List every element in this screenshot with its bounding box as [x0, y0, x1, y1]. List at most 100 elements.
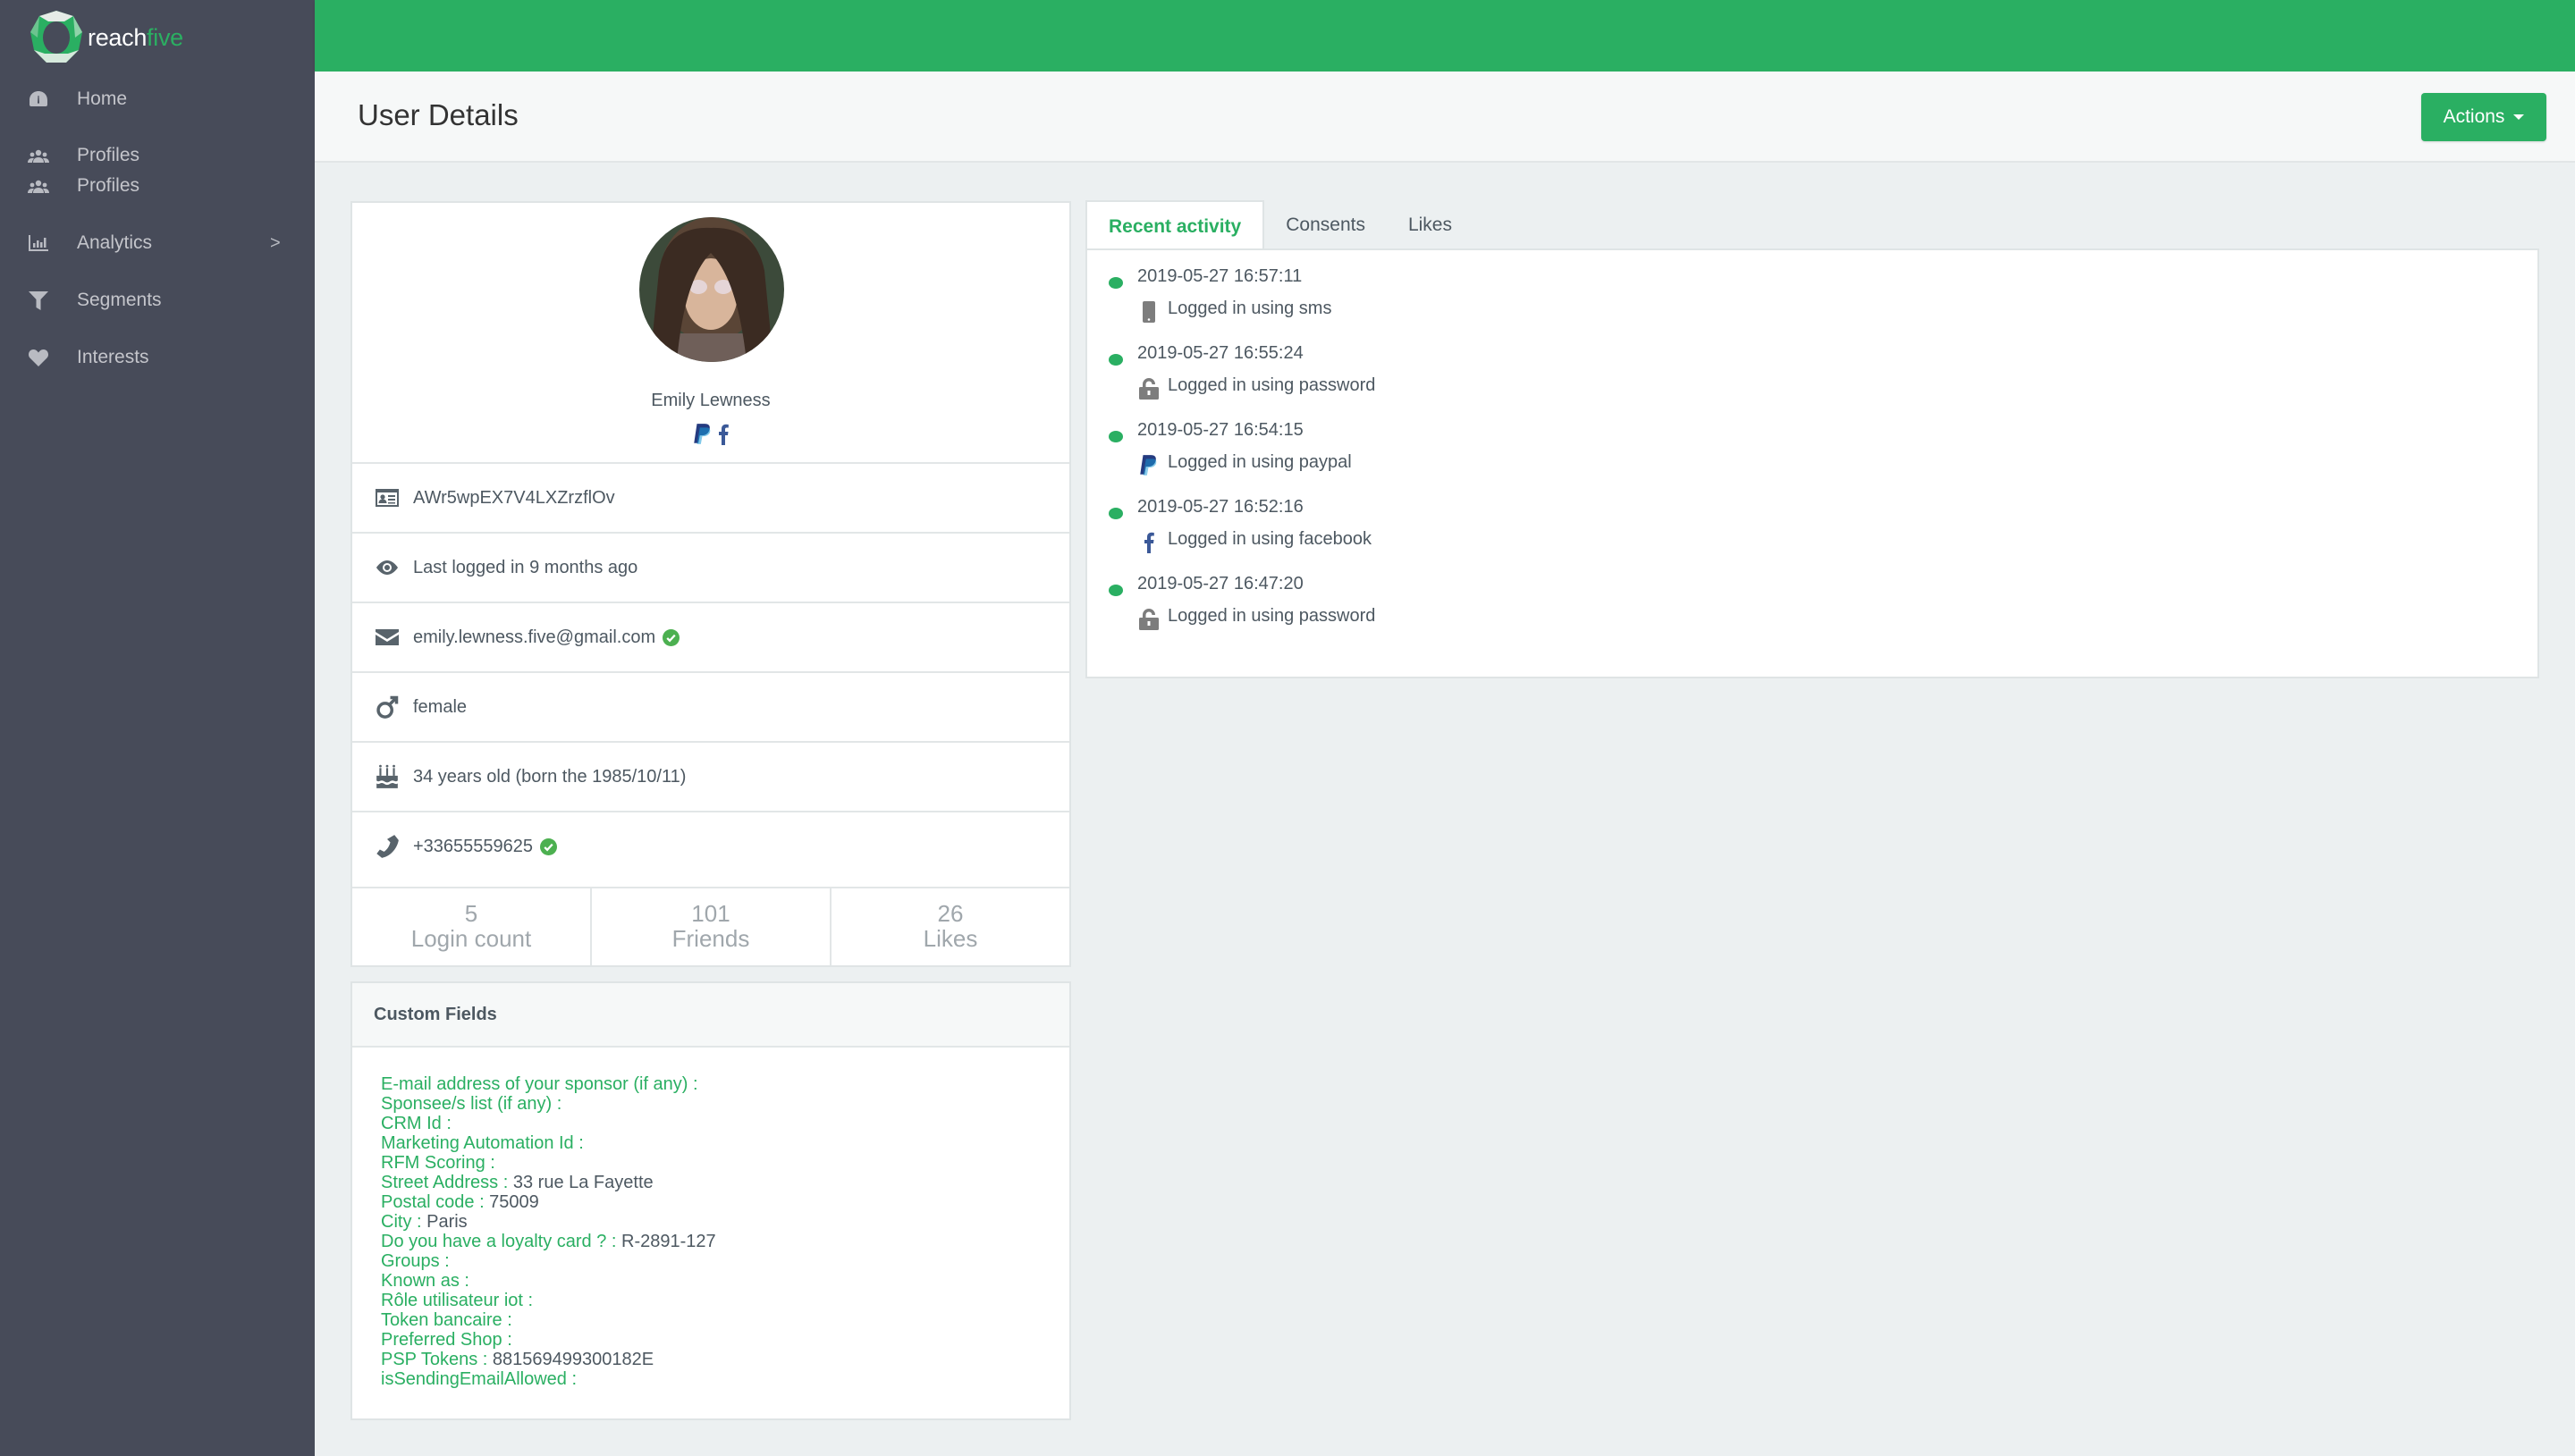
profile-card: Emily Lewness AWr5wpEX7V4LXZrzflOv Last …	[350, 201, 1071, 967]
custom-field-key: Preferred Shop :	[381, 1330, 512, 1350]
eye-icon	[374, 554, 401, 581]
custom-field-row: Rôle utilisateur iot :	[381, 1291, 1069, 1310]
custom-field-key: Postal code :	[381, 1192, 485, 1212]
custom-field-row: isSendingEmailAllowed :	[381, 1369, 1069, 1389]
custom-field-value: 881569499300182E	[487, 1350, 654, 1369]
facebook-icon	[1137, 531, 1161, 554]
status-dot	[1109, 277, 1123, 289]
status-dot	[1109, 585, 1123, 596]
stat-login-count: 5 Login count	[352, 888, 592, 965]
phone-value[interactable]: +33655559625	[413, 837, 533, 857]
sidebar-item-segments[interactable]: Segments	[0, 285, 315, 316]
custom-fields-title: Custom Fields	[352, 983, 1069, 1048]
custom-field-row: CRM Id :	[381, 1114, 1069, 1133]
stat-likes: 26 Likes	[923, 900, 978, 952]
brand-name: reachfive	[88, 23, 183, 51]
tab-recent-activity[interactable]: Recent activity	[1085, 200, 1265, 252]
custom-field-value: R-2891-127	[616, 1232, 716, 1251]
custom-field-row: PSP Tokens : 881569499300182E	[381, 1350, 1069, 1369]
top-bar	[315, 0, 2575, 72]
custom-field-row: City : Paris	[381, 1212, 1069, 1232]
sidebar-item-interests[interactable]: Interests	[0, 342, 315, 373]
custom-field-row: Marketing Automation Id :	[381, 1133, 1069, 1153]
stat-friends: 101 Friends	[592, 888, 832, 965]
paypal-icon	[1137, 454, 1161, 477]
heart-icon	[27, 346, 50, 369]
paypal-icon	[694, 424, 711, 444]
id-card-icon	[374, 484, 401, 511]
custom-field-key: PSP Tokens :	[381, 1350, 488, 1369]
gender-icon	[374, 694, 401, 720]
custom-field-key: RFM Scoring :	[381, 1153, 495, 1173]
verified-check-icon	[663, 628, 680, 646]
activity-description: Logged in using password	[1168, 375, 1376, 395]
logo[interactable]: reachfive	[29, 9, 183, 66]
bar-chart-icon	[27, 231, 50, 255]
custom-field-row: Preferred Shop :	[381, 1330, 1069, 1350]
unlock-icon	[1137, 377, 1161, 400]
custom-fields-list: E-mail address of your sponsor (if any) …	[352, 1048, 1069, 1389]
phone-icon	[374, 833, 401, 860]
custom-field-key: Marketing Automation Id :	[381, 1133, 584, 1153]
verified-check-icon	[540, 837, 558, 855]
last-login-row: Last logged in 9 months ago	[352, 532, 1069, 602]
envelope-icon	[374, 624, 401, 651]
activity-time: 2019-05-27 16:47:20	[1137, 574, 1304, 593]
custom-field-key: Rôle utilisateur iot :	[381, 1291, 534, 1310]
custom-field-value: Paris	[421, 1212, 468, 1232]
custom-field-row: E-mail address of your sponsor (if any) …	[381, 1074, 1069, 1094]
sidebar: reachfive Home Profiles Profiles Analyti…	[0, 0, 315, 1456]
status-dot	[1109, 508, 1123, 519]
custom-field-key: Do you have a loyalty card ? :	[381, 1232, 617, 1251]
email-row: emily.lewness.five@gmail.com	[352, 602, 1069, 671]
custom-field-row: Postal code : 75009	[381, 1192, 1069, 1212]
actions-button[interactable]: Actions	[2421, 93, 2546, 141]
mobile-icon	[1137, 300, 1161, 324]
custom-field-key: Known as :	[381, 1271, 469, 1291]
email-value[interactable]: emily.lewness.five@gmail.com	[413, 627, 655, 648]
custom-field-row: Groups :	[381, 1251, 1069, 1271]
caret-down-icon	[2513, 114, 2525, 120]
activity-time: 2019-05-27 16:57:11	[1137, 266, 1303, 286]
users-icon	[27, 144, 50, 167]
activity-panel: 2019-05-27 16:57:11 Logged in using sms …	[1085, 248, 2539, 678]
facebook-icon	[719, 424, 729, 445]
custom-field-key: isSendingEmailAllowed :	[381, 1369, 578, 1389]
activity-tabs: Recent activity Consents Likes	[1085, 200, 1473, 252]
sidebar-item-analytics[interactable]: Analytics >	[0, 228, 315, 258]
sidebar-item-profiles[interactable]: Profiles	[0, 140, 315, 171]
sidebar-item-home[interactable]: Home	[0, 84, 315, 114]
custom-field-value: 33 rue La Fayette	[508, 1173, 654, 1192]
custom-field-key: City :	[381, 1212, 422, 1232]
age-row: 34 years old (born the 1985/10/11)	[352, 741, 1069, 811]
users-icon	[27, 174, 50, 198]
activity-description: Logged in using sms	[1168, 299, 1332, 318]
activity-time: 2019-05-27 16:52:16	[1137, 497, 1304, 517]
activity-description: Logged in using password	[1168, 606, 1376, 626]
custom-field-row: Known as :	[381, 1271, 1069, 1291]
page-header: User Details Actions	[315, 72, 2575, 163]
dashboard-icon	[27, 88, 50, 111]
activity-description: Logged in using facebook	[1168, 529, 1372, 549]
custom-field-key: Sponsee/s list (if any) :	[381, 1094, 562, 1114]
activity-time: 2019-05-27 16:55:24	[1137, 343, 1304, 363]
custom-field-row: Token bancaire :	[381, 1310, 1069, 1330]
custom-field-row: RFM Scoring :	[381, 1153, 1069, 1173]
custom-field-row: Sponsee/s list (if any) :	[381, 1094, 1069, 1114]
page-title: User Details	[358, 98, 519, 131]
gender-row: female	[352, 671, 1069, 741]
unlock-icon	[1137, 608, 1161, 631]
status-dot	[1109, 354, 1123, 366]
tab-likes[interactable]: Likes	[1387, 200, 1473, 250]
activity-description: Logged in using paypal	[1168, 452, 1352, 472]
tab-consents[interactable]: Consents	[1264, 200, 1387, 250]
custom-fields-card: Custom Fields E-mail address of your spo…	[350, 981, 1071, 1420]
activity-time: 2019-05-27 16:54:15	[1137, 420, 1304, 440]
sidebar-item-profiles-2[interactable]: Profiles	[0, 171, 315, 201]
custom-field-key: Groups :	[381, 1251, 450, 1271]
custom-field-row: Do you have a loyalty card ? : R-2891-12…	[381, 1232, 1069, 1251]
avatar	[639, 217, 784, 362]
custom-field-key: Street Address :	[381, 1173, 509, 1192]
filter-icon	[27, 289, 50, 312]
custom-field-key: Token bancaire :	[381, 1310, 512, 1330]
